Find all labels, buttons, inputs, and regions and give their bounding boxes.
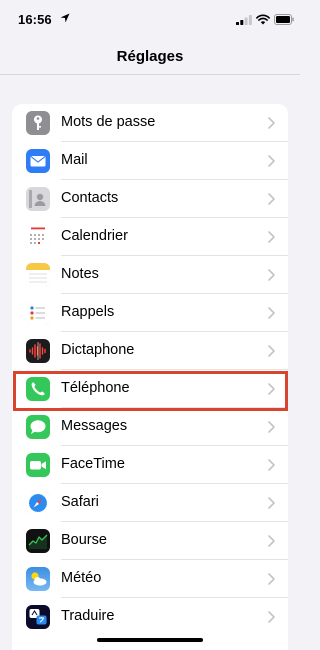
reminders-icon	[26, 301, 50, 325]
settings-row-label: Mots de passe	[61, 114, 156, 130]
settings-row-notes[interactable]: Notes	[12, 256, 288, 294]
settings-row-messages[interactable]: Messages	[12, 408, 288, 446]
chevron-right-icon	[268, 611, 275, 623]
settings-row-phone[interactable]: Téléphone	[12, 370, 288, 408]
chevron-right-icon	[268, 383, 275, 395]
settings-row-label: Traduire	[61, 608, 115, 624]
settings-row-label: Mail	[61, 152, 88, 168]
cellular-signal-icon	[236, 15, 252, 25]
battery-icon	[274, 14, 294, 25]
settings-row-label: Bourse	[61, 532, 107, 548]
key-icon	[26, 111, 50, 135]
chevron-right-icon	[268, 345, 275, 357]
chevron-right-icon	[268, 573, 275, 585]
settings-row-safari[interactable]: Safari	[12, 484, 288, 522]
settings-row-translate[interactable]: Traduire	[12, 598, 288, 636]
settings-row-label: Dictaphone	[61, 342, 135, 358]
settings-row-label: Safari	[61, 494, 99, 510]
settings-row-reminders[interactable]: Rappels	[12, 294, 288, 332]
voice-memos-icon	[26, 339, 50, 363]
wifi-icon	[256, 14, 270, 25]
settings-row-label: Calendrier	[61, 228, 128, 244]
chevron-right-icon	[268, 535, 275, 547]
translate-icon	[26, 605, 50, 629]
chevron-right-icon	[268, 497, 275, 509]
chevron-right-icon	[268, 193, 275, 205]
notes-icon	[26, 263, 50, 287]
status-time: 16:56	[18, 12, 52, 27]
chevron-right-icon	[268, 269, 275, 281]
settings-row-passwords[interactable]: Mots de passe	[12, 104, 288, 142]
contacts-icon	[26, 187, 50, 211]
settings-row-label: Messages	[61, 418, 128, 434]
phone-icon	[26, 377, 50, 401]
settings-row-voice-memos[interactable]: Dictaphone	[12, 332, 288, 370]
chevron-right-icon	[268, 421, 275, 433]
settings-row-label: Rappels	[61, 304, 115, 320]
page-title: Réglages	[116, 48, 184, 65]
settings-row-label: FaceTime	[61, 456, 125, 472]
settings-row-facetime[interactable]: FaceTime	[12, 446, 288, 484]
mail-icon	[26, 149, 50, 173]
settings-row-label: Téléphone	[61, 380, 130, 396]
facetime-icon	[26, 453, 50, 477]
settings-row-label: Contacts	[61, 190, 119, 206]
calendar-icon	[26, 225, 50, 249]
messages-icon	[26, 415, 50, 439]
chevron-right-icon	[268, 155, 275, 167]
safari-icon	[26, 491, 50, 515]
settings-screen: 16:56 Réglages Mots de passe Mail Contac…	[0, 0, 300, 650]
settings-row-weather[interactable]: Météo	[12, 560, 288, 598]
chevron-right-icon	[268, 307, 275, 319]
status-bar: 16:56	[0, 0, 300, 36]
stocks-icon	[26, 529, 50, 553]
settings-row-label: Météo	[61, 570, 102, 586]
chevron-right-icon	[268, 459, 275, 471]
settings-row-stocks[interactable]: Bourse	[12, 522, 288, 560]
settings-row-calendar[interactable]: Calendrier	[12, 218, 288, 256]
home-indicator[interactable]	[97, 638, 203, 642]
settings-list: Mots de passe Mail Contacts Calendrier N…	[12, 104, 288, 650]
location-arrow-icon	[60, 13, 70, 23]
settings-row-label: Notes	[61, 266, 99, 282]
chevron-right-icon	[268, 231, 275, 243]
weather-icon	[26, 567, 50, 591]
settings-row-contacts[interactable]: Contacts	[12, 180, 288, 218]
chevron-right-icon	[268, 117, 275, 129]
nav-divider	[0, 74, 300, 75]
settings-row-mail[interactable]: Mail	[12, 142, 288, 180]
